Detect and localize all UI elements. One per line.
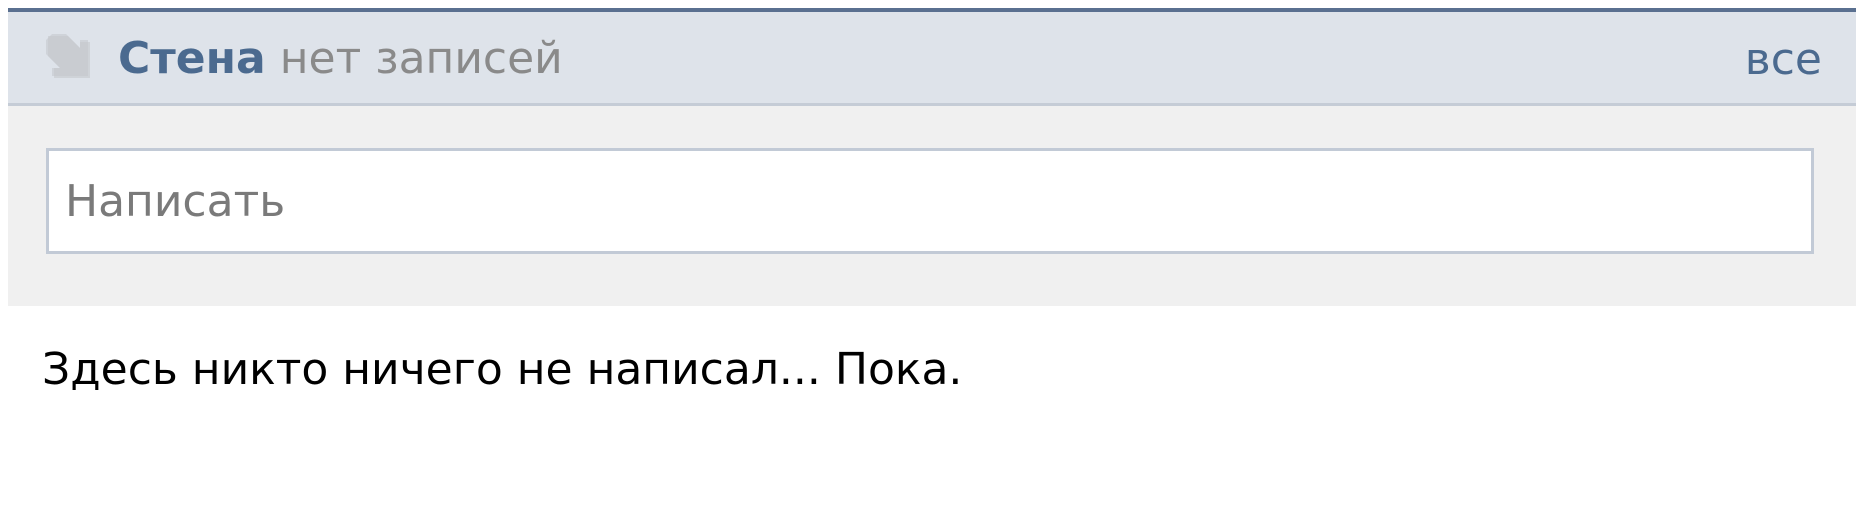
compose-post-input[interactable] <box>46 148 1814 254</box>
wall-subtitle: нет записей <box>279 33 563 84</box>
arrow-down-right-icon <box>46 34 90 78</box>
wall-header: Стена нет записей все <box>8 12 1856 106</box>
wall-title-row: Стена нет записей <box>118 24 563 94</box>
wall-widget: Стена нет записей все Здесь никто ничего… <box>8 0 1856 530</box>
compose-area <box>8 106 1856 306</box>
wall-title[interactable]: Стена <box>118 37 266 81</box>
empty-wall-message: Здесь никто ничего не написал... Пока. <box>42 344 963 395</box>
all-posts-link[interactable]: все <box>1745 24 1822 94</box>
